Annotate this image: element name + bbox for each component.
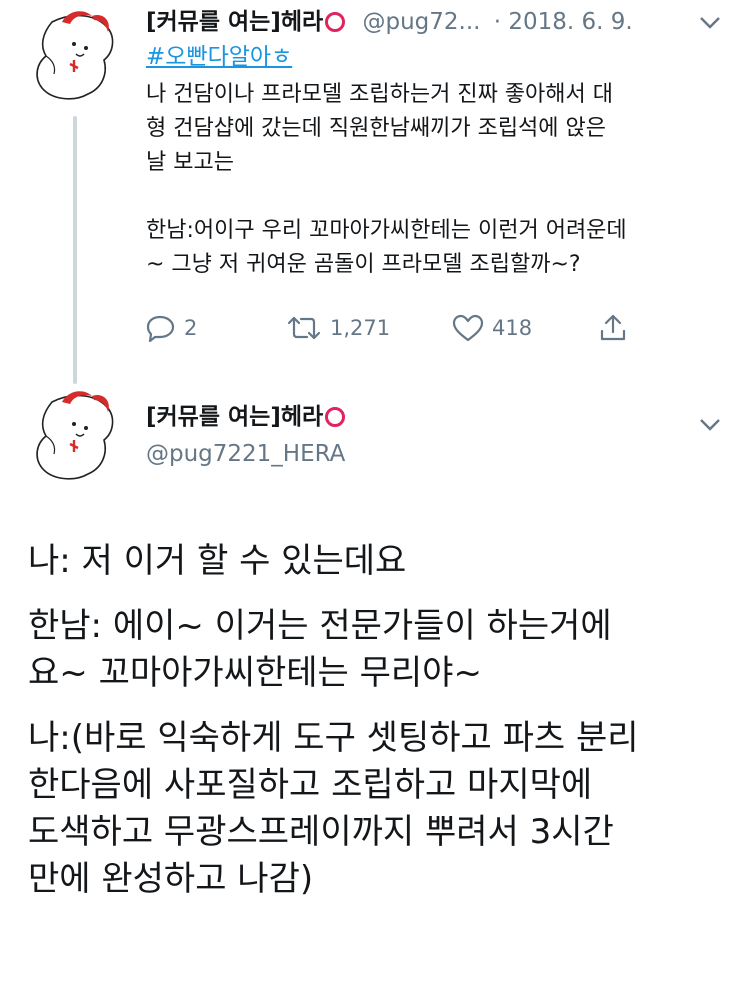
tweet-actions: 2 1,271 418 [146,308,636,348]
thread-line [73,116,77,384]
like-icon [452,314,484,342]
display-name-row: [커뮤를 여는]헤라 [146,401,346,433]
reply-count: 2 [184,316,198,340]
retweet-button[interactable]: 1,271 [286,308,390,348]
reply-button[interactable]: 2 [146,308,197,348]
paragraph: 나: 저 이거 할 수 있는데요 [28,541,407,581]
like-button[interactable]: 418 [452,308,532,348]
paragraph: 한남: 에이~ 이거는 전문가들이 하는거에 요~ 꼬마아가씨한테는 무리야~ [28,606,612,693]
hashtag-link[interactable]: #오빤다알아ㅎ [146,41,292,73]
reply-icon [146,315,175,342]
share-icon [600,314,626,341]
red-circle-icon [325,407,346,427]
paragraph: 나:(바로 익숙하게 도구 셋팅하고 파츠 분리 한다음에 사포질하고 조립하고… [28,718,639,899]
avatar[interactable] [22,384,126,488]
chevron-down-icon[interactable] [698,416,722,434]
tweet-text: 나: 저 이거 할 수 있는데요 한남: 에이~ 이거는 전문가들이 하는거에 … [28,538,733,921]
tweet-header: [커뮤를 여는]헤라 @pug72... · 2018. 6. 9. [146,6,633,38]
chevron-down-icon[interactable] [698,14,722,32]
handle[interactable]: @pug7221_HERA [146,438,345,470]
avatar[interactable] [22,4,126,108]
tweet-date[interactable]: · 2018. 6. 9. [494,9,633,35]
retweet-icon [287,316,321,340]
retweet-count: 1,271 [330,316,391,340]
tweet-text: 나 건담이나 프라모델 조립하는거 진짜 좋아해서 대 형 건담샵에 갔는데 직… [146,82,627,277]
share-button[interactable] [598,308,628,348]
display-name[interactable]: [커뮤를 여는]헤라 [146,9,323,35]
display-name[interactable]: [커뮤를 여는]헤라 [146,404,323,430]
handle[interactable]: @pug72... [362,9,480,35]
red-circle-icon [325,12,346,32]
like-count: 418 [492,316,533,340]
